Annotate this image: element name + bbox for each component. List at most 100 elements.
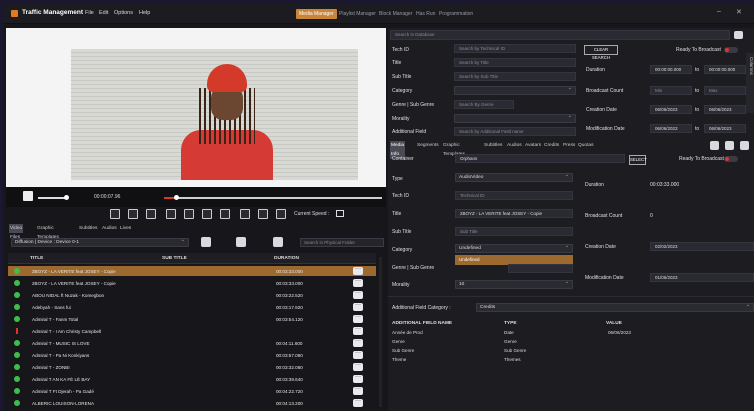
- tab-quotas[interactable]: Quotas: [577, 141, 594, 150]
- volume-icon[interactable]: [23, 191, 33, 201]
- mode-tab-block-manager[interactable]: Block Manager: [376, 9, 415, 19]
- fields-col-type[interactable]: TYPE: [504, 321, 517, 326]
- more-options-icon[interactable]: ···: [353, 338, 363, 347]
- tab-graphic-templates[interactable]: Graphic Templates: [36, 224, 60, 240]
- column-subtitle[interactable]: SUB TITLE: [162, 256, 187, 261]
- volume-handle[interactable]: [64, 195, 69, 200]
- subgenre-input[interactable]: [508, 264, 573, 273]
- search-creation-to[interactable]: 06/06/2023: [704, 105, 746, 114]
- title-input[interactable]: 2BOYZ - LA VERITE feat JOSEY - Copie: [455, 209, 573, 218]
- tab-segments[interactable]: Segments: [416, 141, 440, 150]
- table-row[interactable]: Admiral T - Pa Ni Konkiyans 00:03:57.080 ·…: [8, 350, 376, 360]
- search-expand-icon[interactable]: [734, 31, 743, 39]
- tab-avatars[interactable]: Avatars: [524, 141, 542, 150]
- search-duration-to[interactable]: 00:00:00.000: [704, 65, 746, 74]
- select-container-button[interactable]: SELECT: [629, 155, 647, 165]
- search-mod-from[interactable]: 06/06/2023: [650, 124, 692, 133]
- search-ready-toggle[interactable]: [724, 47, 738, 53]
- more-options-icon[interactable]: ···: [353, 350, 363, 359]
- table-row[interactable]: 2BOYZ - LA VERITE feat JOSEY - Copie 00:0…: [8, 266, 376, 276]
- morality-select[interactable]: 10: [455, 279, 573, 289]
- tab-subtitles[interactable]: Subtitles: [483, 141, 503, 150]
- mode-tab-programmation[interactable]: Programmation: [436, 9, 476, 19]
- search-mod-to[interactable]: 06/06/2023: [704, 124, 746, 133]
- stop-icon[interactable]: [146, 209, 156, 219]
- menu-options[interactable]: Options: [114, 10, 133, 16]
- mode-tab-playlist-manager[interactable]: Playlist Manager: [336, 9, 379, 19]
- addcat-select[interactable]: Credits: [476, 302, 754, 312]
- table-row[interactable]: ALBERIC LOUISON-LORENA 00:04:13.200 ···: [8, 398, 376, 408]
- close-icon[interactable]: ✕: [736, 8, 742, 16]
- fields-col-value[interactable]: VALUE: [606, 321, 622, 326]
- screenshot-icon[interactable]: [276, 209, 286, 219]
- search-techid-input[interactable]: Search by Technical ID: [454, 44, 576, 53]
- columns-side-tab[interactable]: Columns: [746, 53, 754, 113]
- mod-input[interactable]: 01/06/2023: [650, 273, 754, 282]
- upload-icon[interactable]: [236, 237, 246, 247]
- field-value[interactable]: 06/06/2023: [608, 330, 631, 335]
- search-duration-from[interactable]: 00:00:00.000: [650, 65, 692, 74]
- tab-subtitles[interactable]: Subtitles: [78, 224, 98, 233]
- table-row[interactable]: 2BOYZ - LA VERITE feat JOSEY - Copie 00:0…: [8, 278, 376, 288]
- table-row[interactable]: Admiral T - I Am Christy Campbell ···: [8, 326, 376, 336]
- play-icon[interactable]: [110, 209, 120, 219]
- diffusion-device-select[interactable]: Diffusion | Device : Device 0-1: [11, 237, 189, 247]
- creation-input[interactable]: 02/02/2023: [650, 242, 754, 251]
- record-icon[interactable]: [258, 209, 268, 219]
- table-row[interactable]: Adebyah - Sans fui 00:03:17.920 ···: [8, 302, 376, 312]
- minimize-icon[interactable]: –: [717, 8, 721, 15]
- rewind-icon[interactable]: [240, 209, 250, 219]
- category-select[interactable]: Undefined: [455, 243, 573, 253]
- tab-video-files[interactable]: Video Files: [9, 224, 24, 240]
- more-options-icon[interactable]: ···: [353, 398, 363, 407]
- table-row[interactable]: Admiral T AN KA FÈ LÈ BAY 00:03:39.640 ···: [8, 374, 376, 384]
- step-back-icon[interactable]: [166, 209, 176, 219]
- mode-tab-media-manager[interactable]: Media Manager: [296, 9, 337, 19]
- tab-audios[interactable]: Audios: [101, 224, 118, 233]
- more-options-icon[interactable]: ···: [353, 302, 363, 311]
- database-search-input[interactable]: Search in Database: [390, 30, 730, 40]
- more-options-icon[interactable]: ···: [353, 314, 363, 323]
- search-bcount-min[interactable]: Min: [650, 86, 692, 95]
- download-icon[interactable]: [273, 237, 283, 247]
- more-options-icon[interactable]: ···: [353, 386, 363, 395]
- pause-icon[interactable]: [128, 209, 138, 219]
- more-options-icon[interactable]: ···: [353, 362, 363, 371]
- more-options-icon[interactable]: ···: [353, 326, 363, 335]
- search-addfield-input[interactable]: Search by Additional Field name: [454, 127, 576, 136]
- menu-edit[interactable]: Edit: [99, 10, 108, 16]
- mark-in-icon[interactable]: [202, 209, 212, 219]
- search-subtitle-input[interactable]: Search by Sub Title: [454, 72, 576, 81]
- speed-toggle[interactable]: [336, 210, 344, 217]
- mode-tab-has-run[interactable]: Has Run: [413, 9, 438, 19]
- category-option[interactable]: Undefined: [456, 256, 572, 264]
- delete-icon[interactable]: [740, 141, 749, 150]
- container-input[interactable]: Orphans: [455, 154, 625, 163]
- menu-help[interactable]: Help: [139, 10, 150, 16]
- type-select[interactable]: AudioVideo: [455, 172, 573, 182]
- fields-col-name[interactable]: ADDITIONAL FIELD NAME: [392, 321, 452, 326]
- add-icon[interactable]: [710, 141, 719, 150]
- more-options-icon[interactable]: ···: [353, 278, 363, 287]
- subtitle-input[interactable]: Sub Title: [455, 227, 573, 236]
- save-icon[interactable]: [725, 141, 734, 150]
- table-row[interactable]: ABOU NIDAL ft Nuzak - Komegbon 00:03:22.5…: [8, 290, 376, 300]
- more-options-icon[interactable]: ···: [353, 266, 363, 275]
- search-bcount-max[interactable]: Max: [704, 86, 746, 95]
- physical-folder-search-input[interactable]: Search in Physical Folder: [300, 238, 384, 247]
- column-duration[interactable]: DURATION: [274, 256, 299, 261]
- clear-search-button[interactable]: CLEAR SEARCH: [584, 45, 618, 60]
- table-row[interactable]: Admiral T - ZONBI 00:03:32.080 ···: [8, 362, 376, 372]
- mark-out-icon[interactable]: [220, 209, 230, 219]
- table-row[interactable]: Admiral T Ft Djerah - Pa Gadé 00:04:22.72…: [8, 386, 376, 396]
- progress-bar[interactable]: [164, 197, 382, 199]
- table-row[interactable]: Admiral T - Fanm Total 00:03:54.120 ···: [8, 314, 376, 324]
- tab-credits[interactable]: Credits: [543, 141, 560, 150]
- search-genre-input[interactable]: Search By Genre: [454, 100, 514, 109]
- step-forward-icon[interactable]: [184, 209, 194, 219]
- ready-toggle[interactable]: [724, 156, 738, 162]
- tab-press[interactable]: Press: [562, 141, 576, 150]
- volume-slider[interactable]: [38, 197, 66, 199]
- tab-lives[interactable]: Lives: [119, 224, 132, 233]
- menu-file[interactable]: File: [85, 10, 94, 16]
